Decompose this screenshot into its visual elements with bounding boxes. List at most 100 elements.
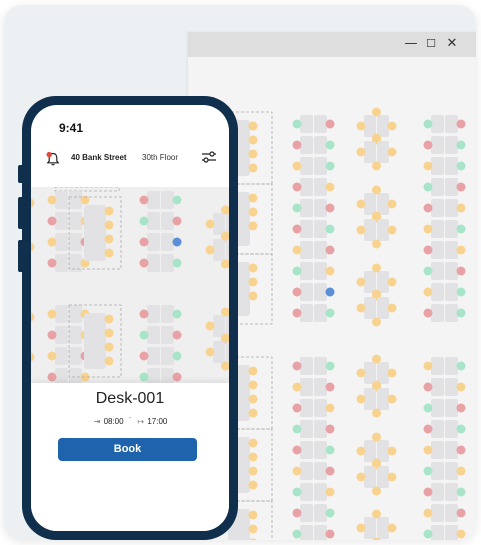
desk: [213, 213, 225, 235]
seat: [325, 287, 335, 297]
seat: [325, 403, 335, 413]
seat: [456, 140, 466, 150]
desk: [213, 315, 225, 337]
desk: [445, 199, 458, 217]
desk: [364, 193, 376, 215]
seat: [47, 195, 57, 205]
desk: [377, 271, 389, 293]
desk: [300, 262, 313, 280]
seat: [205, 245, 215, 255]
time-separator: -: [128, 415, 132, 422]
seat: [325, 203, 335, 213]
seat: [456, 119, 466, 129]
seat: [248, 207, 258, 217]
desk: [431, 199, 444, 217]
desk: [147, 368, 160, 383]
desk: [161, 368, 174, 383]
seat: [372, 317, 381, 327]
seat: [139, 330, 149, 340]
floor-label[interactable]: 30th Floor: [142, 153, 178, 162]
desk: [431, 115, 444, 133]
desk: [300, 378, 313, 396]
desk: [55, 191, 68, 209]
phone-screen: 9:41 40 Bank Street 30th Floor Desk-001 …: [31, 105, 229, 531]
seat: [387, 523, 397, 533]
seat: [387, 147, 397, 157]
maximize-button[interactable]: ☐: [421, 35, 441, 53]
seat: [172, 351, 182, 361]
seat: [31, 312, 35, 322]
desk: [314, 199, 327, 217]
seat: [292, 361, 302, 371]
seat: [172, 372, 182, 382]
seat: [104, 342, 114, 352]
bell-icon[interactable]: [45, 151, 61, 167]
desk: [55, 254, 68, 272]
desk: [161, 191, 174, 209]
desk: [377, 517, 389, 539]
seat: [456, 308, 466, 318]
seat: [356, 225, 366, 235]
seat: [372, 107, 381, 117]
desk: [314, 378, 327, 396]
desk: [300, 157, 313, 175]
desk: [445, 136, 458, 154]
desk: [431, 136, 444, 154]
desk: [445, 462, 458, 480]
phone-mockup: 9:41 40 Bank Street 30th Floor Desk-001 …: [22, 96, 238, 540]
desk: [445, 504, 458, 522]
seat: [423, 161, 433, 171]
desk: [300, 483, 313, 501]
desk: [213, 341, 225, 363]
desk: [300, 304, 313, 322]
desk: [69, 254, 82, 272]
seat: [292, 287, 302, 297]
seat: [248, 366, 258, 376]
seat: [292, 266, 302, 276]
desk: [364, 466, 376, 488]
desk: [431, 220, 444, 238]
desk: [364, 141, 376, 163]
book-button[interactable]: Book: [58, 438, 197, 461]
seat: [248, 263, 258, 273]
seat: [356, 394, 366, 404]
seat: [292, 161, 302, 171]
filter-icon[interactable]: [201, 150, 217, 164]
seat: [372, 263, 381, 273]
desk: [300, 136, 313, 154]
seat: [423, 308, 433, 318]
seat: [325, 140, 335, 150]
desk: [445, 115, 458, 133]
seat: [423, 445, 433, 455]
phone-floor-map[interactable]: [31, 187, 229, 383]
seat: [423, 140, 433, 150]
seat: [387, 199, 397, 209]
minimize-button[interactable]: —: [401, 35, 421, 53]
seat: [325, 361, 335, 371]
seat: [325, 161, 335, 171]
close-button[interactable]: ✕: [442, 35, 462, 53]
desk: [69, 212, 82, 230]
desk: [314, 420, 327, 438]
desk: [314, 399, 327, 417]
desk: [377, 388, 389, 410]
seat: [456, 361, 466, 371]
seat: [248, 510, 258, 520]
end-time: 17:00: [147, 417, 168, 426]
desk: [55, 326, 68, 344]
seat: [372, 133, 381, 143]
desk: [377, 193, 389, 215]
desk: [364, 362, 376, 384]
seat: [104, 220, 114, 230]
desk-name: Desk-001: [95, 390, 165, 407]
desk: [226, 239, 229, 261]
seat: [248, 193, 258, 203]
seat: [292, 487, 302, 497]
seat: [104, 328, 114, 338]
desk: [300, 504, 313, 522]
seat: [325, 445, 335, 455]
seat: [104, 356, 114, 366]
seat: [139, 216, 149, 226]
seat: [248, 121, 258, 131]
desk: [300, 241, 313, 259]
